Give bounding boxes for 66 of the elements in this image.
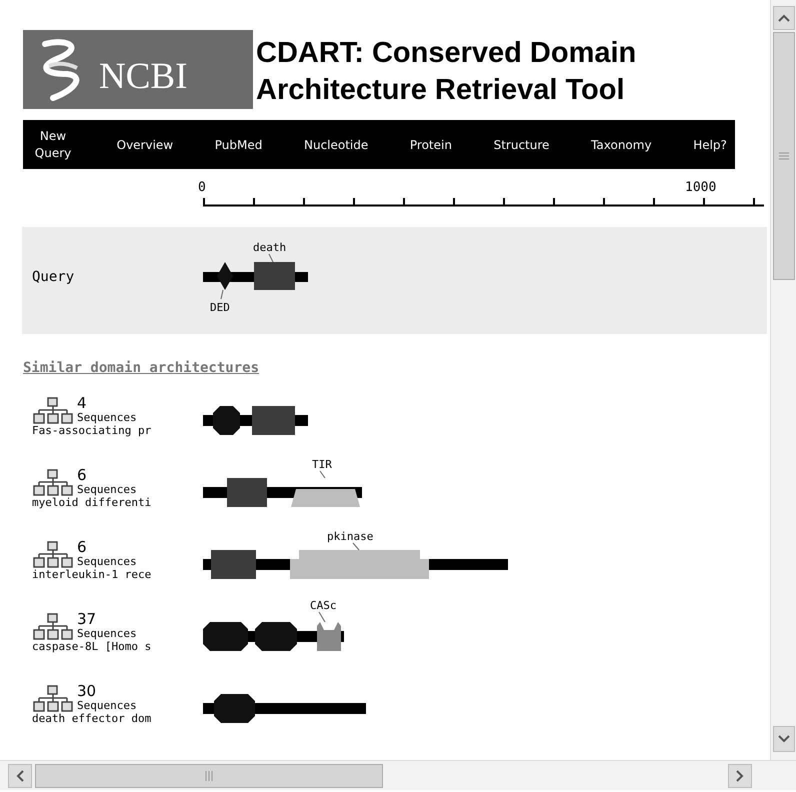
leader-line (268, 254, 274, 262)
query-label: Query (32, 268, 76, 285)
page-title: Architecture Retrieval Tool (256, 73, 626, 108)
sequences-label: Sequences (77, 699, 137, 712)
domain-shape (291, 489, 360, 507)
domain-label: death (253, 241, 286, 254)
domain-shape (317, 622, 341, 651)
nav-link[interactable]: Taxonomy (591, 136, 652, 154)
sequence-description: caspase-8L [Homo s (32, 640, 152, 653)
ruler-label: 0 (198, 179, 206, 197)
sequence-description: death effector dom (32, 712, 152, 725)
sequence-description: Fas-associating pr (32, 424, 152, 437)
leader-line (318, 612, 326, 622)
sequence-description: interleukin-1 rece (32, 568, 152, 581)
nav-link[interactable]: Nucleotide (304, 136, 368, 154)
sequence-count: 30 (77, 684, 98, 699)
scroll-left-button[interactable] (8, 764, 32, 788)
vertical-scrollbar[interactable] (770, 0, 796, 760)
grip-icon (205, 770, 213, 780)
tree-icon[interactable] (32, 540, 74, 568)
nav-link[interactable]: New Query (31, 128, 75, 162)
domain-shape (214, 694, 255, 723)
domain-shape (255, 622, 297, 651)
leader-line (320, 470, 326, 478)
nav-link[interactable]: PubMed (214, 136, 262, 154)
sequence-count: 4 (77, 396, 88, 411)
domain-shape (254, 262, 295, 290)
page-title: CDART: Conserved Domain (256, 36, 636, 71)
tree-icon[interactable] (32, 396, 74, 424)
ruler-label: 1000 (685, 179, 716, 197)
nav-link[interactable]: Protein (410, 136, 452, 154)
scroll-up-button[interactable] (772, 6, 794, 30)
sequences-label: Sequences (77, 555, 137, 568)
scroll-down-button[interactable] (772, 726, 794, 752)
domain-label: DED (210, 301, 230, 314)
tree-icon[interactable] (32, 684, 74, 712)
scroll-right-button[interactable] (728, 764, 752, 788)
sequence-description: myeloid differenti (32, 496, 152, 509)
domain-shape (217, 262, 233, 290)
section-link[interactable]: Similar domain architectures (23, 360, 260, 376)
logo-text: NCBI (99, 54, 188, 99)
leader-line (352, 542, 360, 550)
sequences-label: Sequences (77, 483, 137, 496)
sequence-count: 6 (77, 540, 88, 555)
nav-link[interactable]: Overview (116, 136, 174, 154)
sequences-label: Sequences (77, 411, 137, 424)
scroll-thumb[interactable] (772, 32, 794, 280)
domain-shape (252, 406, 295, 435)
scroll-thumb[interactable] (35, 764, 383, 788)
sequence-count: 6 (77, 468, 88, 483)
grip-icon (778, 152, 788, 160)
nav-link[interactable]: Help? (693, 136, 727, 154)
sequences-label: Sequences (77, 627, 137, 640)
domain-shape (211, 550, 256, 579)
domain-shape (213, 406, 240, 435)
tree-icon[interactable] (32, 612, 74, 640)
domain-label: pkinase (327, 530, 374, 543)
horizontal-scrollbar[interactable] (0, 760, 796, 790)
leader-line (220, 290, 224, 300)
sequence-count: 37 (77, 612, 98, 627)
tree-icon[interactable] (32, 468, 74, 496)
domain-label: TIR (312, 458, 332, 471)
domain-label: CASc (310, 600, 336, 612)
nav-link[interactable]: Structure (494, 136, 550, 154)
domain-shape (203, 622, 248, 651)
domain-shape (227, 478, 267, 507)
